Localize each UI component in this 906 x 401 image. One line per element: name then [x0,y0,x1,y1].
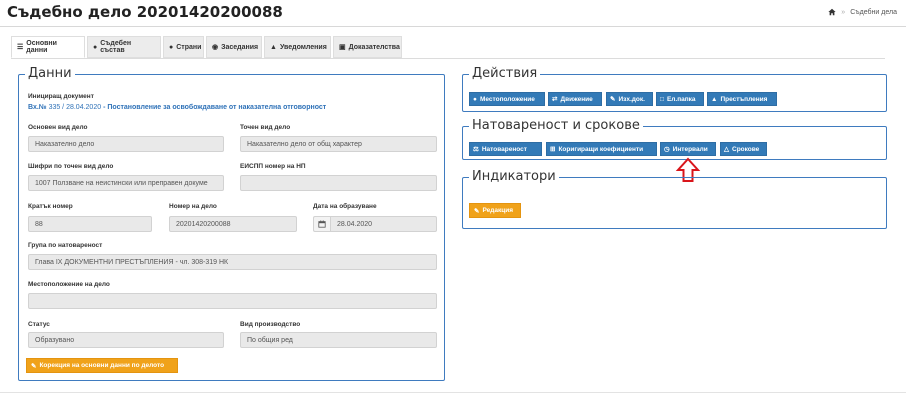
location-label: Местоположение на дело [28,281,110,288]
bell-icon: △ [724,146,729,153]
cipher-label: Шифри по точен вид дело [28,163,114,170]
tab-label: Уведомления [279,43,327,51]
indicators-legend: Индикатори [472,169,556,184]
archive-icon: ▣ [339,44,346,51]
users-icon: ● [93,43,98,51]
intervals-button[interactable]: ◷ Интервали [660,142,716,156]
indicators-panel: Индикатори [462,170,887,229]
doc-number: 335 / 28.04.2020 [48,104,102,111]
correct-basic-data-button[interactable]: ✎ Корекция на основни данни по делото [26,358,178,373]
correct-basic-data-label: Корекция на основни данни по делото [39,362,165,369]
initiating-doc-link[interactable]: Вх.№ 335 / 28.04.2020 - Постановление за… [28,104,326,111]
eispp-label: ЕИСПП номер на НП [240,163,306,170]
bell-icon: ▲ [270,43,277,51]
workload-button[interactable]: ⚖ Натовареност [469,142,542,156]
proceeding-field[interactable]: По общия ред [240,332,437,348]
coefficients-button-label: Коригиращи коефициенти [558,145,644,153]
outgoing-doc-button[interactable]: ✎ Изх.док. [606,92,653,106]
tab-divider [11,58,885,59]
home-icon[interactable] [828,8,836,16]
crimes-button[interactable]: ▲ Престъпления [707,92,777,106]
short-number-label: Кратък номер [28,203,73,210]
doc-separator: - [103,104,106,111]
eye-icon: ◉ [212,44,219,51]
breadcrumb: » Съдебни дела [828,8,897,16]
movement-button-label: Движение [560,95,593,103]
doc-number-prefix: Вх.№ [28,104,47,111]
load-group-field[interactable]: Глава IX ДОКУМЕНТНИ ПРЕСТЪПЛЕНИЯ - чл. 3… [28,254,437,270]
tab-basic-data[interactable]: ☰ Основни данни [11,36,85,58]
e-folder-button[interactable]: □ Ел.папка [656,92,704,106]
case-kind-field[interactable]: Наказателно дело [28,136,224,152]
exact-kind-label: Точен вид дело [240,124,291,131]
doc-type: Постановление за освобождаване от наказа… [107,104,327,111]
location-button[interactable]: ● Местоположение [469,92,545,106]
status-field[interactable]: Образувано [28,332,224,348]
balance-icon: ⚖ [473,146,479,153]
exact-kind-field[interactable]: Наказателно дело от общ характер [240,136,437,152]
coefficients-button[interactable]: ⊞ Коригиращи коефициенти [546,142,657,156]
case-number-label: Номер на дело [169,203,217,210]
tab-parties[interactable]: ● Страни [163,36,204,58]
deadlines-button[interactable]: △ Срокове [720,142,767,156]
folder-icon: □ [660,95,664,103]
user-icon: ● [169,43,174,51]
workload-legend: Натовареност и срокове [472,118,640,133]
map-marker-icon: ● [473,95,477,103]
indicators-edit-label: Редакция [482,207,514,214]
short-number-field[interactable]: 88 [28,216,152,232]
tab-label: Заседания [221,43,259,51]
intervals-button-label: Интервали [672,145,708,153]
location-field[interactable] [28,293,437,309]
tab-label: Страни [176,43,202,51]
actions-legend: Действия [472,66,538,81]
outgoing-doc-button-label: Изх.док. [618,95,645,103]
edit-icon: ✎ [474,207,480,215]
tab-notifications[interactable]: ▲ Уведомления [264,36,331,58]
created-date-field[interactable]: 28.04.2020 [330,216,437,232]
breadcrumb-cases-link[interactable]: Съдебни дела [850,9,897,16]
plus-square-icon: ⊞ [550,146,556,153]
location-button-label: Местоположение [479,95,535,103]
workload-button-label: Натовареност [481,145,527,153]
load-group-label: Група по натовареност [28,242,103,249]
movement-button[interactable]: ⇄ Движение [548,92,602,106]
calendar-icon[interactable] [313,216,330,232]
tab-label: Съдебен състав [100,40,132,54]
tab-hearings[interactable]: ◉ Заседания [206,36,262,58]
indicators-edit-button[interactable]: ✎ Редакция [469,203,521,218]
case-tabs: ☰ Основни данни ● Съдебен състав ● Стран… [11,36,404,59]
footer-divider [0,392,906,393]
bank-icon: ▲ [711,95,718,103]
deadlines-button-label: Срокове [732,145,760,153]
tab-evidence[interactable]: ▣ Доказателства [333,36,402,58]
edit-icon: ✎ [31,362,37,370]
breadcrumb-separator: » [841,8,846,16]
list-icon: ☰ [17,44,24,51]
proceeding-label: Вид производство [240,321,301,328]
case-number-field[interactable]: 20201420200088 [169,216,297,232]
created-date-label: Дата на образуване [313,203,377,210]
e-folder-button-label: Ел.папка [666,95,696,103]
tab-court-panel[interactable]: ● Съдебен състав [87,36,161,58]
page-title: Съдебно дело 20201420200088 [7,3,283,21]
clock-icon: ◷ [664,146,670,153]
tab-label: Доказателства [348,43,400,51]
exchange-icon: ⇄ [552,96,558,103]
tab-label: Основни данни [26,40,57,54]
crimes-button-label: Престъпления [720,95,768,103]
case-kind-label: Основен вид дело [28,124,88,131]
initiating-doc-label: Инициращ документ [28,93,94,100]
status-label: Статус [28,321,50,328]
edit-doc-icon: ✎ [610,96,616,103]
data-legend: Данни [28,66,72,81]
cipher-field[interactable]: 1007 Ползване на неистински или преправе… [28,175,224,191]
title-bar: Съдебно дело 20201420200088 » Съдебни де… [0,0,906,27]
eispp-field[interactable] [240,175,437,191]
